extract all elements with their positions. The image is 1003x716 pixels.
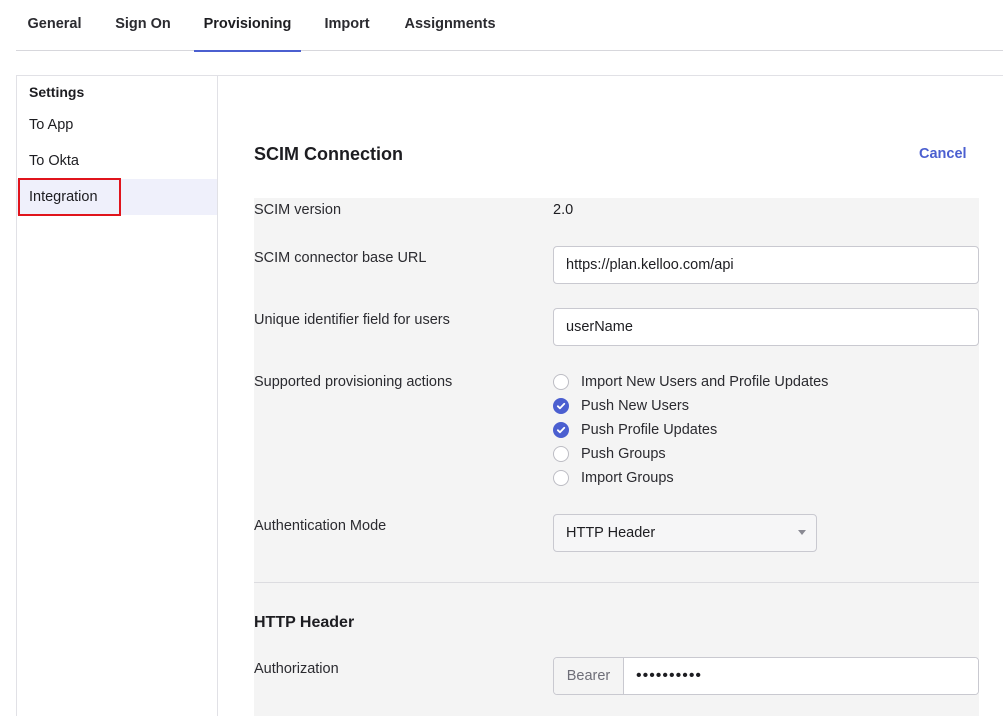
checkbox-label: Import New Users and Profile Updates: [581, 374, 829, 390]
tab-general[interactable]: General: [16, 0, 93, 51]
sidebar-item-to-app[interactable]: To App: [17, 107, 217, 143]
cancel-button[interactable]: Cancel: [919, 146, 967, 162]
tab-provisioning[interactable]: Provisioning: [194, 0, 301, 52]
auth-mode-select[interactable]: HTTP Header: [553, 514, 817, 552]
scim-version-label: SCIM version: [254, 202, 342, 218]
checkbox-label: Push Groups: [581, 446, 666, 462]
http-header-title: HTTP Header: [254, 614, 355, 631]
checkbox-push-profile-updates[interactable]: Push Profile Updates: [553, 420, 717, 440]
sidebar-item-to-okta[interactable]: To Okta: [17, 143, 217, 179]
section-divider: [254, 582, 979, 583]
checkbox-label: Import Groups: [581, 470, 674, 486]
checkbox-import-new-users[interactable]: Import New Users and Profile Updates: [553, 372, 828, 392]
authorization-field: Bearer: [553, 657, 979, 695]
checkbox-icon[interactable]: [553, 470, 569, 486]
app-tabs: General Sign On Provisioning Import Assi…: [16, 0, 1003, 52]
tab-import[interactable]: Import: [313, 0, 381, 51]
unique-id-input[interactable]: [553, 308, 979, 346]
provisioning-actions-label: Supported provisioning actions: [254, 374, 453, 390]
sidebar-item-integration[interactable]: Integration: [17, 178, 217, 216]
checkbox-label: Push New Users: [581, 398, 689, 414]
checkbox-push-new-users[interactable]: Push New Users: [553, 396, 689, 416]
checkbox-label: Push Profile Updates: [581, 422, 718, 438]
checkbox-checked-icon[interactable]: [553, 398, 569, 414]
sidebar-item-label: To App: [29, 117, 74, 133]
sidebar-item-label: Integration: [29, 189, 98, 205]
checkbox-icon[interactable]: [553, 374, 569, 390]
settings-sidebar: Settings To App To Okta Integration: [16, 75, 218, 716]
checkbox-push-groups[interactable]: Push Groups: [553, 444, 666, 464]
sidebar-item-label: To Okta: [29, 153, 79, 169]
checkbox-import-groups[interactable]: Import Groups: [553, 468, 674, 488]
section-title: SCIM Connection: [254, 144, 403, 164]
auth-mode-value: HTTP Header: [566, 525, 656, 541]
caret-down-icon: [798, 530, 806, 535]
base-url-input[interactable]: [553, 246, 979, 284]
auth-mode-label: Authentication Mode: [254, 518, 387, 534]
base-url-label: SCIM connector base URL: [254, 250, 427, 266]
checkbox-icon[interactable]: [553, 446, 569, 462]
authorization-token-input[interactable]: [624, 658, 978, 694]
main-top-border: [218, 75, 1003, 76]
tab-sign-on[interactable]: Sign On: [104, 0, 182, 51]
unique-id-label: Unique identifier field for users: [254, 312, 450, 328]
sidebar-heading: Settings: [29, 84, 85, 100]
tab-assignments[interactable]: Assignments: [394, 0, 506, 51]
bearer-prefix: Bearer: [554, 658, 624, 694]
authorization-label: Authorization: [254, 661, 339, 677]
checkbox-checked-icon[interactable]: [553, 422, 569, 438]
scim-version-value: 2.0: [553, 202, 574, 218]
